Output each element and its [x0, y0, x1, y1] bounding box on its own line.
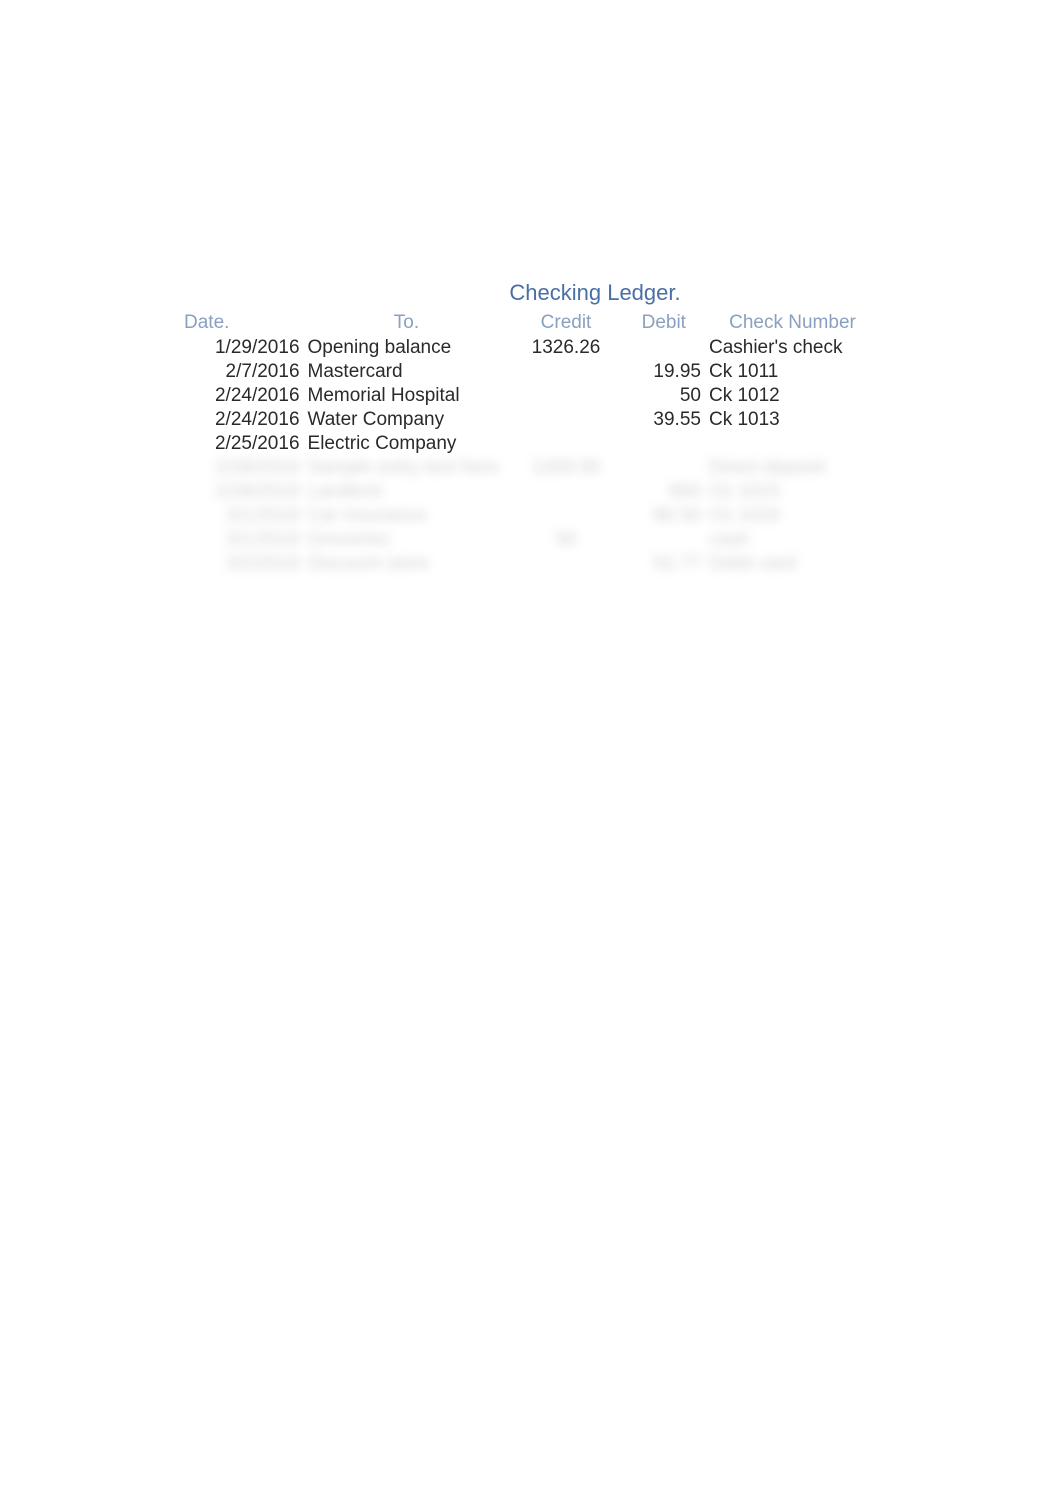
cell-credit: 1200.00 — [509, 456, 622, 480]
cell-to: Landlord — [304, 480, 510, 504]
cell-debit — [623, 456, 705, 480]
header-check: Check Number — [705, 310, 880, 336]
cell-credit: 50 — [509, 528, 622, 552]
cell-credit — [509, 360, 622, 384]
header-to: To. — [304, 310, 510, 336]
cell-credit — [509, 408, 622, 432]
table-row: 2/28/2016Sample entry text here1200.00 Di… — [180, 456, 880, 480]
cell-date: 3/2/2016 — [180, 552, 304, 576]
cell-to: Opening balance — [304, 336, 510, 360]
cell-to: Memorial Hospital — [304, 384, 510, 408]
cell-debit: 50 — [623, 384, 705, 408]
cell-date: 2/24/2016 — [180, 408, 304, 432]
cell-debit: 86.50 — [623, 504, 705, 528]
cell-debit: 52.77 — [623, 552, 705, 576]
cell-check: Debit card — [705, 552, 880, 576]
table-header-row: Date. To. Credit Debit Check Number — [180, 310, 880, 336]
cell-debit: 19.95 — [623, 360, 705, 384]
table-row: 3/2/2016Discount store 52.77Debit card — [180, 552, 880, 576]
ledger-title: Checking Ledger. — [180, 280, 880, 306]
cell-to: Electric Company — [304, 432, 510, 456]
cell-to: Water Company — [304, 408, 510, 432]
cell-check — [705, 432, 880, 456]
cell-check: cash — [705, 528, 880, 552]
cell-to: Sample entry text here — [304, 456, 510, 480]
cell-date: 3/1/2016 — [180, 504, 304, 528]
cell-check: Ck 1012 — [705, 384, 880, 408]
header-date: Date. — [180, 310, 304, 336]
cell-date: 3/1/2016 — [180, 528, 304, 552]
table-row: 3/1/2016Groceries50 cash — [180, 528, 880, 552]
cell-date: 2/7/2016 — [180, 360, 304, 384]
cell-to: Discount store — [304, 552, 510, 576]
cell-credit — [509, 552, 622, 576]
table-row: 1/29/2016Opening balance1326.26 Cashier's… — [180, 336, 880, 360]
cell-check: Ck 1016 — [705, 504, 880, 528]
cell-date: 2/28/2016 — [180, 456, 304, 480]
cell-check: Cashier's check — [705, 336, 880, 360]
cell-date: 2/25/2016 — [180, 432, 304, 456]
cell-check: Ck 1013 — [705, 408, 880, 432]
cell-credit — [509, 504, 622, 528]
cell-debit: 800 — [623, 480, 705, 504]
cell-to: Car Insurance — [304, 504, 510, 528]
cell-debit: 39.55 — [623, 408, 705, 432]
table-row: 2/25/2016Electric Company — [180, 432, 880, 456]
cell-check: Direct deposit — [705, 456, 880, 480]
cell-debit — [623, 528, 705, 552]
cell-credit: 1326.26 — [509, 336, 622, 360]
header-debit: Debit — [623, 310, 705, 336]
header-credit: Credit — [509, 310, 622, 336]
table-row: 2/7/2016Mastercard 19.95Ck 1011 — [180, 360, 880, 384]
cell-date: 2/28/2016 — [180, 480, 304, 504]
cell-date: 1/29/2016 — [180, 336, 304, 360]
table-row: 3/1/2016Car Insurance 86.50Ck 1016 — [180, 504, 880, 528]
ledger-table: Date. To. Credit Debit Check Number 1/29… — [180, 310, 880, 576]
cell-to: Groceries — [304, 528, 510, 552]
table-row: 2/24/2016Water Company 39.55Ck 1013 — [180, 408, 880, 432]
cell-to: Mastercard — [304, 360, 510, 384]
cell-check: Ck 1011 — [705, 360, 880, 384]
cell-credit — [509, 480, 622, 504]
table-row: 2/24/2016Memorial Hospital 50Ck 1012 — [180, 384, 880, 408]
cell-credit — [509, 432, 622, 456]
cell-debit — [623, 432, 705, 456]
cell-debit — [623, 336, 705, 360]
table-row: 2/28/2016Landlord 800Ck 1015 — [180, 480, 880, 504]
cell-check: Ck 1015 — [705, 480, 880, 504]
cell-date: 2/24/2016 — [180, 384, 304, 408]
cell-credit — [509, 384, 622, 408]
